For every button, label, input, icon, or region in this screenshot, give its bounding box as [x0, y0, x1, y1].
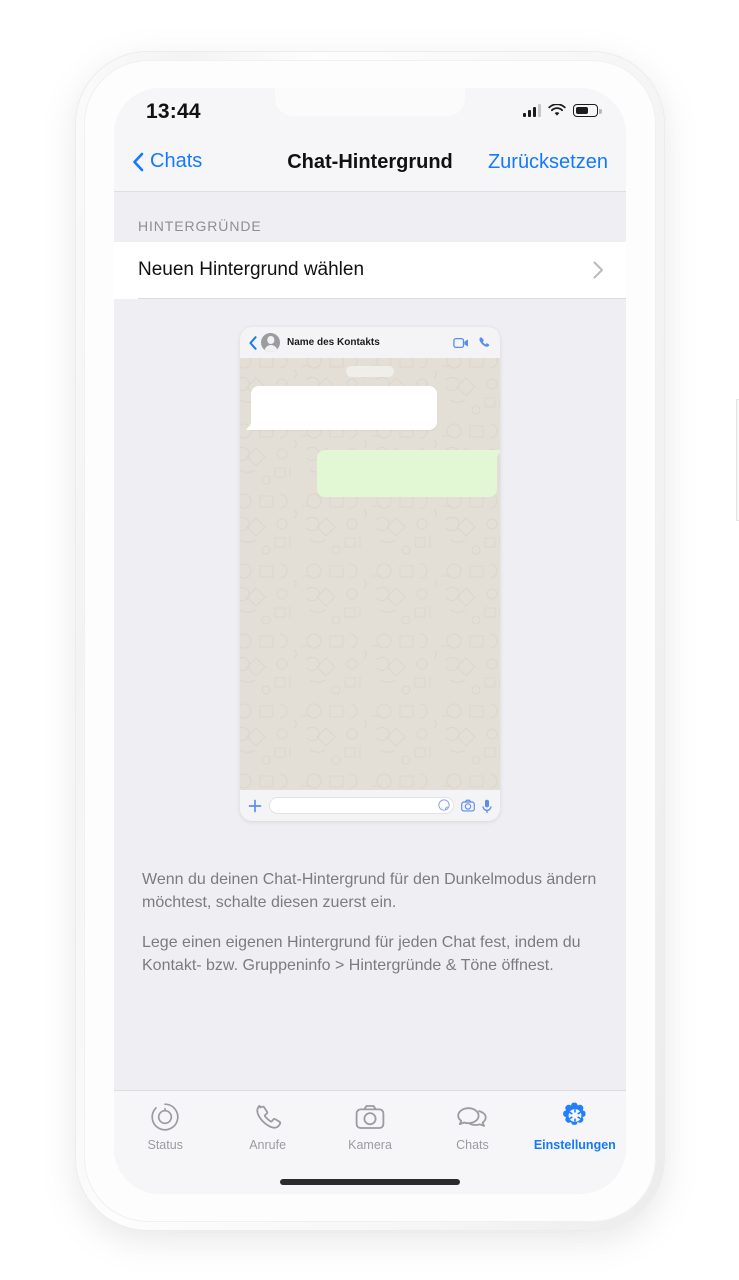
- sticker-icon: [438, 799, 450, 811]
- chat-bubbles-icon: [457, 1107, 488, 1127]
- preview-message-input[interactable]: [269, 797, 454, 814]
- status-rings-icon: [151, 1103, 179, 1131]
- tab-label: Chats: [456, 1138, 489, 1152]
- camera-icon: [355, 1105, 385, 1129]
- preview-incoming-bubble: [251, 386, 437, 430]
- preview-outgoing-bubble: [317, 450, 497, 497]
- tab-label: Status: [147, 1138, 183, 1152]
- cellular-bars-icon: [523, 104, 541, 117]
- tab-status[interactable]: Status: [114, 1101, 216, 1152]
- preview-chat-header: Name des Kontakts: [240, 327, 500, 358]
- preview-contact-name: Name des Kontakts: [287, 337, 380, 348]
- status-bar-time: 13:44: [146, 100, 201, 123]
- chevron-right-icon: [593, 261, 603, 279]
- tab-label: Kamera: [348, 1138, 392, 1152]
- wifi-icon: [548, 104, 566, 116]
- settings-content: HINTERGRÜNDE Neuen Hintergrund wählen Na…: [114, 192, 626, 1194]
- navigation-bar: Chats Chat-Hintergrund Zurücksetzen: [114, 136, 626, 192]
- phone-icon: [479, 337, 490, 347]
- tab-label: Einstellungen: [533, 1138, 616, 1152]
- footer-note-paragraph-1: Wenn du deinen Chat-Hintergrund für den …: [142, 871, 597, 911]
- row-choose-new-background[interactable]: Neuen Hintergrund wählen: [114, 242, 626, 298]
- tab-label: Anrufe: [249, 1138, 287, 1152]
- chat-preview[interactable]: Name des Kontakts: [240, 327, 500, 821]
- row-label: Neuen Hintergrund wählen: [138, 259, 365, 280]
- plus-icon: [248, 799, 262, 812]
- preview-input-bar: [240, 790, 500, 821]
- tab-settings[interactable]: Einstellungen: [524, 1101, 626, 1152]
- footer-note: Wenn du deinen Chat-Hintergrund für den …: [114, 847, 626, 978]
- gear-icon: [563, 1102, 586, 1125]
- status-bar-icons: [523, 104, 602, 117]
- reset-button[interactable]: Zurücksetzen: [488, 151, 608, 174]
- tab-camera[interactable]: Kamera: [319, 1101, 421, 1152]
- tab-chats[interactable]: Chats: [421, 1101, 523, 1152]
- tab-calls[interactable]: Anrufe: [216, 1101, 318, 1152]
- preview-wallpaper: [240, 358, 500, 790]
- home-indicator[interactable]: [280, 1179, 460, 1185]
- contact-avatar-icon: [261, 333, 280, 352]
- video-camera-icon: [453, 337, 468, 348]
- footer-note-paragraph-2: Lege einen eigenen Hintergrund für jeden…: [142, 934, 581, 975]
- backgrounds-list-card: Neuen Hintergrund wählen: [114, 242, 626, 299]
- wallpaper-preview-area: Name des Kontakts: [114, 299, 626, 847]
- phone-icon: [256, 1104, 281, 1129]
- preview-date-pill: [346, 366, 394, 377]
- screen-notch: [275, 88, 465, 116]
- screenshot-stage: 13:44 Chats Chat-Hintergrund Zurücksetze…: [0, 0, 739, 1280]
- preview-header-actions: [453, 336, 491, 349]
- preview-back-icon: [249, 335, 257, 350]
- camera-icon: [461, 799, 475, 812]
- section-header-backgrounds: HINTERGRÜNDE: [138, 218, 262, 234]
- battery-icon: [573, 104, 602, 117]
- microphone-icon: [482, 799, 492, 813]
- phone-screen: 13:44 Chats Chat-Hintergrund Zurücksetze…: [114, 88, 626, 1194]
